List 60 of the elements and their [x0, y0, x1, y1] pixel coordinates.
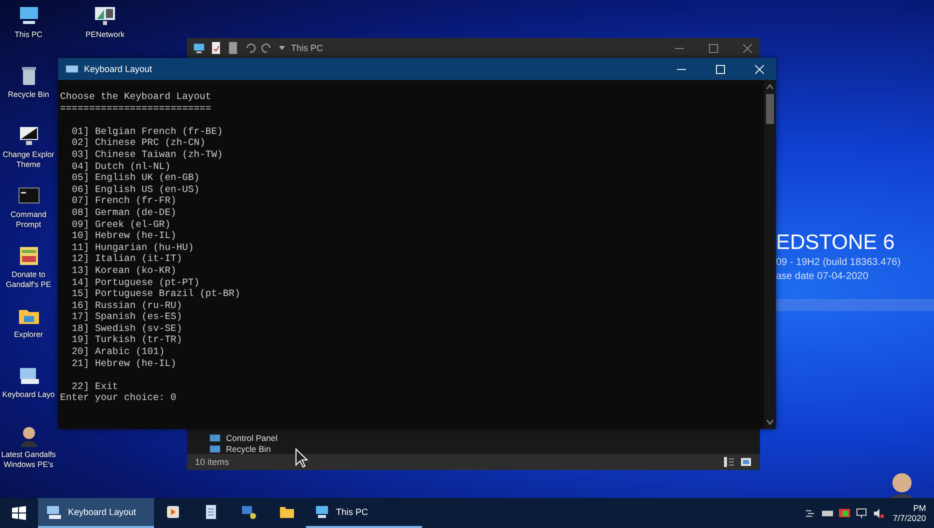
wallpaper-title: EDSTONE 6	[776, 230, 896, 256]
network-tray-icon[interactable]	[804, 508, 816, 518]
folder-item-icon	[209, 442, 221, 454]
monitor-tray-icon[interactable]	[856, 508, 867, 518]
keyboard-icon	[46, 504, 62, 520]
keyboard-icon	[66, 63, 78, 75]
details-view-icon[interactable]	[723, 456, 735, 468]
item-count: 10 items	[195, 457, 230, 467]
menu-option: 11] Hungarian (hu-HU)	[60, 242, 764, 254]
wallpaper-build-text: 09 - 19H2 (build 18363.476)	[776, 256, 901, 270]
menu-option: 12] Italian (it-IT)	[60, 253, 764, 265]
menu-option: 17] Spanish (es-ES)	[60, 311, 764, 323]
menu-option: 21] Hebrew (he-IL)	[60, 358, 764, 370]
folder-list-item[interactable]: Control Panel	[209, 432, 278, 443]
console-prompt: Enter your choice: 0	[60, 392, 178, 404]
menu-option: 08] German (de-DE)	[60, 206, 764, 219]
taskbar-button[interactable]: This PC	[306, 498, 422, 528]
menu-option: 02] Chinese PRC (zh-CN)	[60, 137, 764, 149]
scrollbar-thumb[interactable]	[766, 94, 774, 124]
speaker-muted-icon[interactable]	[872, 508, 884, 518]
window-title: This PC	[291, 43, 324, 53]
redo-icon[interactable]	[261, 42, 273, 54]
menu-option: 22] Exit	[60, 380, 764, 392]
taskbar-button[interactable]: Keyboard Layout	[38, 498, 154, 528]
menu-option: 01] Belgian French (fr-BE)	[60, 126, 764, 138]
menu-option: 13] Korean (ko-KR)	[60, 264, 764, 276]
clock[interactable]: PM 7/7/2020	[886, 498, 934, 528]
media-player-icon	[165, 504, 181, 520]
computer-icon[interactable]	[193, 42, 205, 54]
menu-option: 16] Russian (ru-RU)	[60, 300, 764, 312]
computer-icon	[314, 504, 330, 520]
menu-option: 05] English UK (en-GB)	[60, 172, 764, 184]
large-icons-view-icon[interactable]	[740, 456, 752, 468]
menu-option: 03] Chinese Taiwan (zh-TW)	[60, 148, 764, 161]
folder-icon	[279, 504, 295, 520]
menu-option: 10] Hebrew (he-IL)	[60, 230, 764, 242]
window-title: Keyboard Layout	[84, 64, 152, 74]
menu-option: 04] Dutch (nl-NL)	[60, 160, 764, 172]
display-tray-icon[interactable]	[838, 508, 850, 518]
document-icon[interactable]	[227, 42, 239, 54]
undo-icon[interactable]	[244, 42, 256, 54]
wallpaper-date-text: ase date 07-04-2020	[776, 270, 870, 284]
dropdown-icon[interactable]	[278, 44, 286, 52]
properties-icon[interactable]	[210, 42, 222, 54]
folder-item-icon	[209, 432, 221, 444]
menu-option: 06] English US (en-US)	[60, 184, 764, 196]
network-computer-icon	[241, 504, 257, 520]
menu-option: 18] Swedish (sv-SE)	[60, 322, 764, 334]
menu-option: 14] Portuguese (pt-PT)	[60, 276, 764, 288]
network-monitor-icon[interactable]	[93, 4, 117, 28]
notepad-icon	[203, 504, 219, 520]
menu-option: 09] Greek (el-GR)	[60, 218, 764, 230]
menu-option: 19] Turkish (tr-TR)	[60, 334, 764, 346]
menu-option: 20] Arabic (101)	[60, 346, 764, 358]
folder-list-item[interactable]: Recycle Bin	[209, 443, 271, 454]
menu-option: 07] French (fr-FR)	[60, 195, 764, 207]
console-heading: Choose the Keyboard Layout	[60, 91, 212, 103]
menu-option: 15] Portuguese Brazil (pt-BR)	[60, 288, 764, 300]
windows-start-icon[interactable]	[12, 506, 26, 520]
console-rule: ==========================	[60, 102, 212, 114]
